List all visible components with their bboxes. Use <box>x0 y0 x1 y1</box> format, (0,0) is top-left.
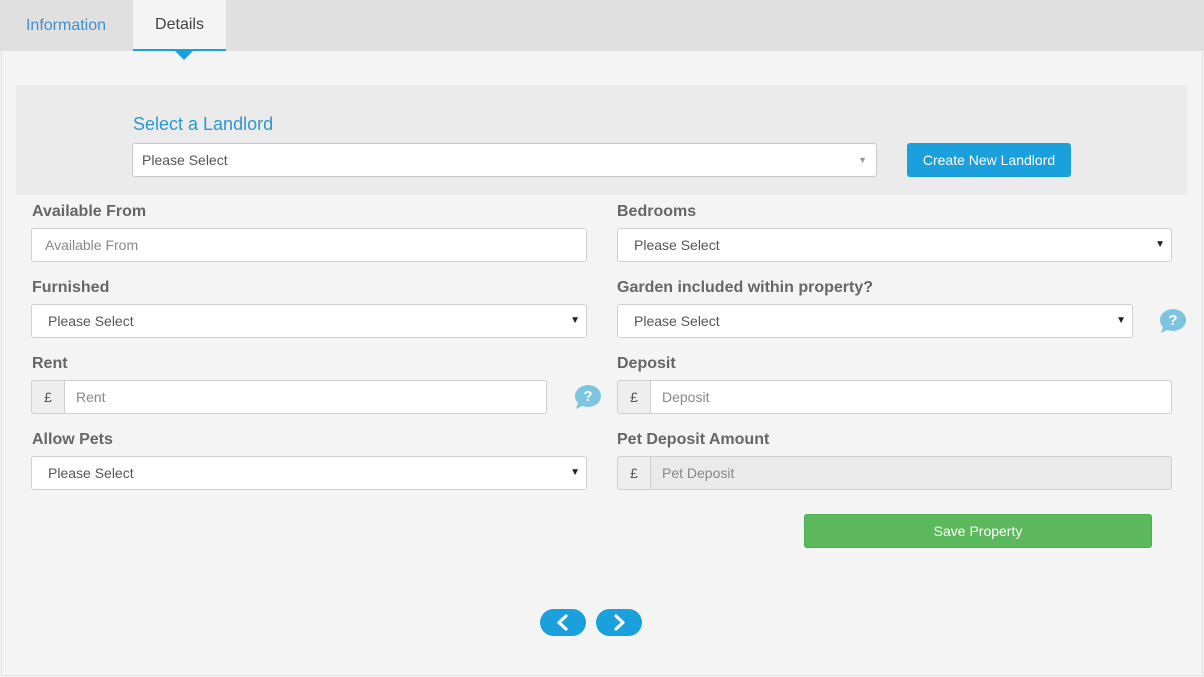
pet-deposit-currency-addon: £ <box>617 456 651 490</box>
caret-down-icon: ▼ <box>1155 239 1165 250</box>
landlord-panel <box>16 85 1187 195</box>
allow-pets-label: Allow Pets <box>32 431 113 448</box>
bedrooms-select-value: Please Select <box>634 237 720 253</box>
garden-label: Garden included within property? <box>617 279 874 296</box>
question-bubble-icon[interactable]: ? <box>574 384 602 410</box>
caret-down-icon: ▼ <box>858 155 867 165</box>
save-property-button[interactable]: Save Property <box>804 514 1152 548</box>
landlord-title: Select a Landlord <box>133 114 274 134</box>
furnished-select-value: Please Select <box>48 313 134 329</box>
allow-pets-select[interactable]: Please Select ▼ <box>31 456 587 490</box>
deposit-label: Deposit <box>617 355 676 372</box>
pet-deposit-label: Pet Deposit Amount <box>617 431 770 448</box>
pet-deposit-input-group: £ Pet Deposit <box>617 456 1172 490</box>
prev-button[interactable] <box>540 609 586 636</box>
available-from-label: Available From <box>32 203 147 220</box>
garden-select-value: Please Select <box>634 313 720 329</box>
allow-pets-select-value: Please Select <box>48 465 134 481</box>
svg-text:?: ? <box>583 388 592 405</box>
chevron-left-icon <box>557 614 568 631</box>
caret-down-icon: ▼ <box>570 467 580 478</box>
deposit-currency-addon: £ <box>617 380 651 414</box>
deposit-input-group: £ Deposit <box>617 380 1172 414</box>
rent-label: Rent <box>32 355 68 372</box>
bedrooms-label: Bedrooms <box>617 203 697 220</box>
available-from-input[interactable]: Available From <box>31 228 587 262</box>
furnished-select[interactable]: Please Select ▼ <box>31 304 587 338</box>
tab-information[interactable]: Information <box>0 0 132 51</box>
landlord-select[interactable]: Please Select ▼ <box>132 143 877 177</box>
caret-down-icon: ▼ <box>1116 315 1126 326</box>
create-new-landlord-button[interactable]: Create New Landlord <box>907 143 1071 177</box>
bedrooms-select[interactable]: Please Select ▼ <box>617 228 1172 262</box>
rent-currency-addon: £ <box>31 380 65 414</box>
rent-input[interactable]: Rent <box>65 380 547 414</box>
svg-text:?: ? <box>1168 312 1177 329</box>
question-bubble-icon[interactable]: ? <box>1159 308 1187 334</box>
chevron-right-icon <box>614 614 625 631</box>
tab-details[interactable]: Details <box>133 0 226 51</box>
caret-down-icon: ▼ <box>570 315 580 326</box>
rent-input-group: £ Rent <box>31 380 547 414</box>
landlord-select-value: Please Select <box>142 152 228 168</box>
furnished-label: Furnished <box>32 279 110 296</box>
available-from-placeholder: Available From <box>45 237 139 253</box>
garden-select[interactable]: Please Select ▼ <box>617 304 1133 338</box>
next-button[interactable] <box>596 609 642 636</box>
deposit-input[interactable]: Deposit <box>651 380 1172 414</box>
pet-deposit-input: Pet Deposit <box>651 456 1172 490</box>
